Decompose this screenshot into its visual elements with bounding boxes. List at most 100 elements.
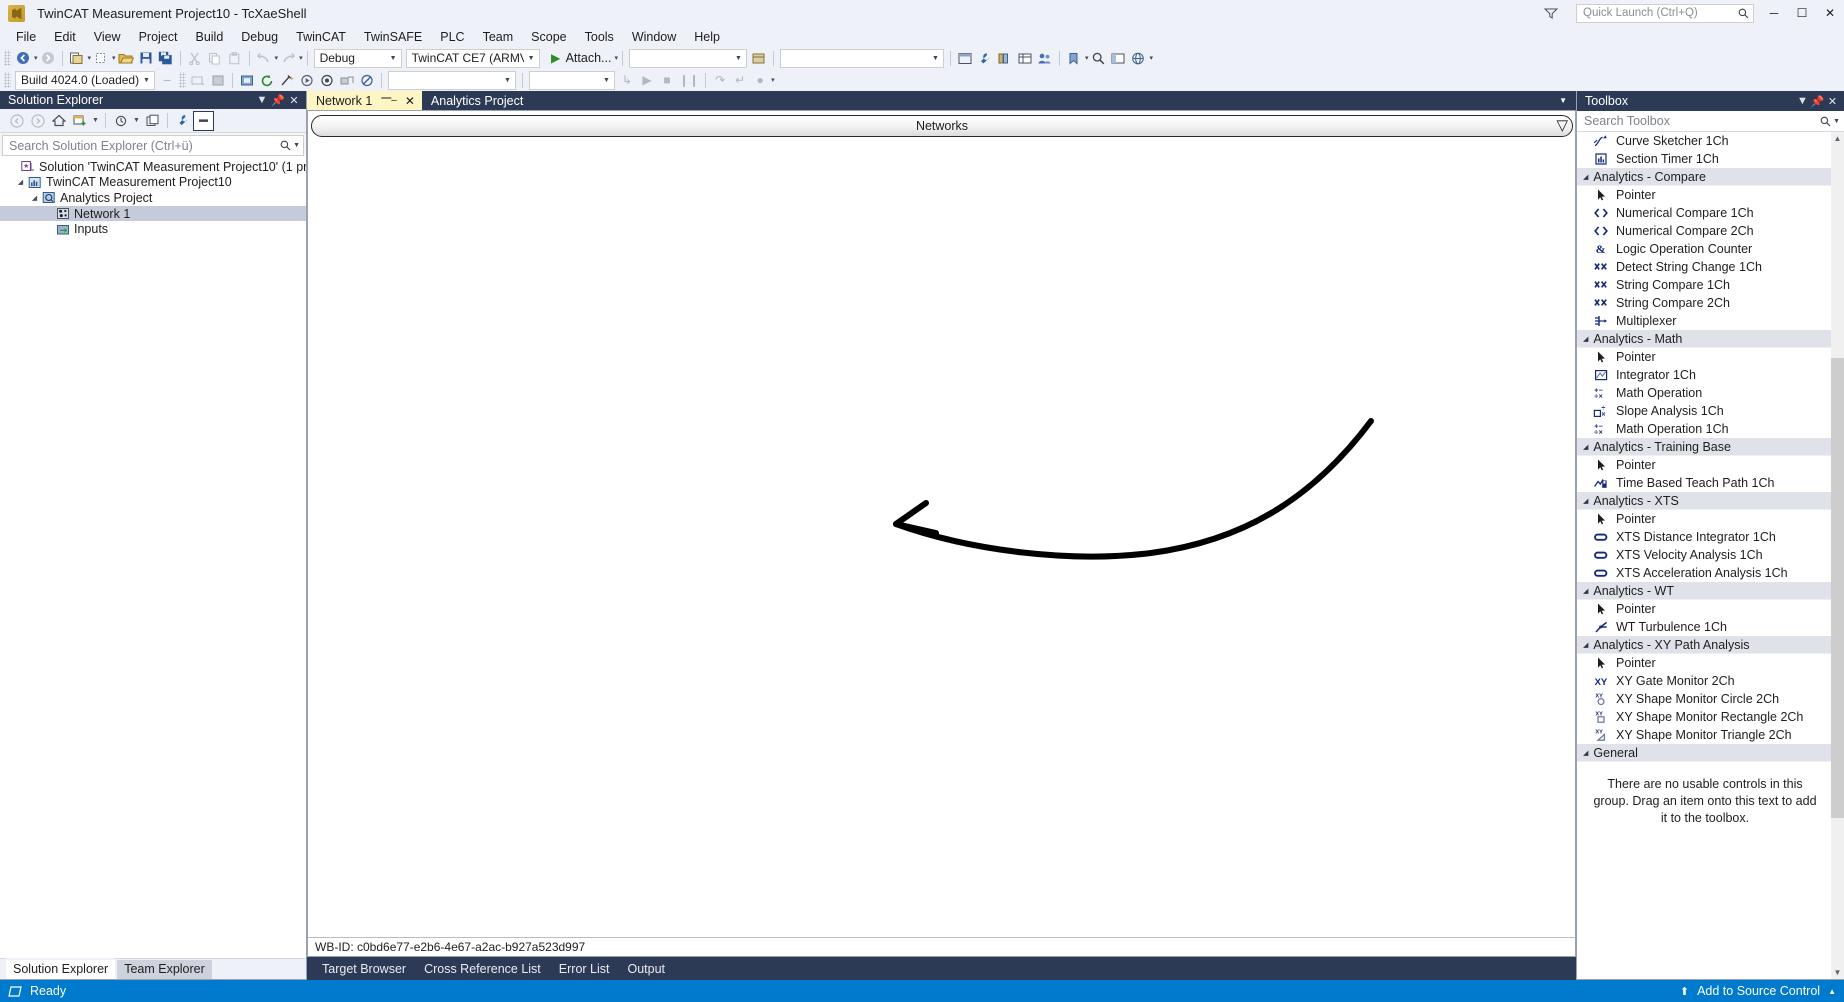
toolbox-item[interactable]: Detect String Change 1Ch bbox=[1577, 258, 1831, 276]
group-expanded-icon[interactable]: ◢ bbox=[1583, 587, 1588, 595]
save-all-button[interactable] bbox=[156, 48, 176, 68]
tree-twisty[interactable]: ◢ bbox=[29, 194, 40, 202]
menu-build[interactable]: Build bbox=[186, 28, 232, 46]
minimize-button[interactable]: ─ bbox=[1760, 0, 1788, 26]
toolbox-group-header[interactable]: ◢Analytics - Training Base bbox=[1577, 438, 1831, 456]
toolbox-item[interactable]: XYXY Shape Monitor Circle 2Ch bbox=[1577, 690, 1831, 708]
toolbox-item[interactable]: XYXY Shape Monitor Rectangle 2Ch bbox=[1577, 708, 1831, 726]
attach-run-icon[interactable]: ▶ bbox=[546, 48, 566, 68]
toolbar-grip[interactable] bbox=[179, 72, 186, 88]
menu-debug[interactable]: Debug bbox=[232, 28, 287, 46]
tab-error-list[interactable]: Error List bbox=[550, 959, 619, 979]
preview-selected-items-button[interactable] bbox=[193, 111, 214, 131]
paste-button[interactable] bbox=[225, 48, 245, 68]
save-button[interactable] bbox=[136, 48, 156, 68]
tree-item-inputs[interactable]: Inputs bbox=[0, 221, 306, 237]
toolbox-item[interactable]: Pointer bbox=[1577, 654, 1831, 672]
solution-explorer-search-input[interactable]: Search Solution Explorer (Ctrl+ü) ▼ bbox=[2, 135, 304, 156]
minus-button[interactable]: − bbox=[157, 70, 177, 90]
chevron-up-icon[interactable]: ▲ bbox=[1828, 987, 1836, 996]
toolbox-item[interactable]: Numerical Compare 2Ch bbox=[1577, 222, 1831, 240]
toolbox-item[interactable]: Integrator 1Ch bbox=[1577, 366, 1831, 384]
activate-configuration-button[interactable] bbox=[188, 70, 208, 90]
toolbar2-combo-2[interactable]: ▼ bbox=[529, 71, 615, 90]
chevron-up-icon[interactable]: ▲ bbox=[1831, 132, 1844, 145]
toolbox-item[interactable]: WT Turbulence 1Ch bbox=[1577, 618, 1831, 636]
pending-changes-button[interactable] bbox=[110, 111, 131, 131]
toolbox-item[interactable]: String Compare 1Ch bbox=[1577, 276, 1831, 294]
wrench-button[interactable] bbox=[975, 48, 995, 68]
redo-dropdown[interactable]: ▾ bbox=[299, 54, 303, 62]
window-layout-button[interactable] bbox=[1108, 48, 1128, 68]
toolbox-item[interactable]: Pointer bbox=[1577, 510, 1831, 528]
group-expanded-icon[interactable]: ◢ bbox=[1583, 749, 1588, 757]
scan-devices-button[interactable] bbox=[277, 70, 297, 90]
menu-project[interactable]: Project bbox=[130, 28, 187, 46]
solution-platform-combo[interactable]: TwinCAT CE7 (ARMV7) ▼ bbox=[406, 49, 540, 68]
new-project-button[interactable] bbox=[67, 48, 87, 68]
add-new-item-button[interactable] bbox=[91, 48, 111, 68]
toolbox-item[interactable]: Multiplexer bbox=[1577, 312, 1831, 330]
build-version-combo[interactable]: Build 4024.0 (Loaded) ▼ bbox=[15, 71, 155, 90]
toolbox-item[interactable]: Section Timer 1Ch bbox=[1577, 150, 1831, 168]
menu-twincat[interactable]: TwinCAT bbox=[287, 28, 355, 46]
menu-twinsafe[interactable]: TwinSAFE bbox=[355, 28, 431, 46]
attach-label[interactable]: Attach... bbox=[566, 51, 614, 65]
network-canvas[interactable] bbox=[311, 140, 1573, 937]
menu-scope[interactable]: Scope bbox=[522, 28, 575, 46]
quick-find-button[interactable] bbox=[749, 48, 769, 68]
tab-cross-reference-list[interactable]: Cross Reference List bbox=[415, 959, 550, 979]
scrollbar-thumb[interactable] bbox=[1831, 358, 1844, 818]
toolbox-item[interactable]: Pointer bbox=[1577, 186, 1831, 204]
step-over-button[interactable]: ↷ bbox=[710, 70, 730, 90]
close-button[interactable]: ✕ bbox=[1816, 0, 1844, 26]
home-button[interactable] bbox=[48, 111, 69, 131]
menu-help[interactable]: Help bbox=[685, 28, 729, 46]
toolbox-item[interactable]: XTS Velocity Analysis 1Ch bbox=[1577, 546, 1831, 564]
toolbar-combo-2[interactable]: ▼ bbox=[780, 49, 944, 68]
toolbox-item[interactable]: ×÷Slope Analysis 1Ch bbox=[1577, 402, 1831, 420]
toolbox-group-header[interactable]: ◢Analytics - WT bbox=[1577, 582, 1831, 600]
forward-button[interactable] bbox=[27, 111, 48, 131]
show-realtime-button[interactable] bbox=[317, 70, 337, 90]
step-out-button[interactable]: ↵ bbox=[730, 70, 750, 90]
library-button[interactable] bbox=[995, 48, 1015, 68]
zoom-search-button[interactable] bbox=[1088, 48, 1108, 68]
menu-window[interactable]: Window bbox=[623, 28, 685, 46]
toolbox-search-input[interactable]: Search Toolbox ▼ bbox=[1577, 111, 1844, 132]
toolbox-item[interactable]: XTS Distance Integrator 1Ch bbox=[1577, 528, 1831, 546]
group-expanded-icon[interactable]: ◢ bbox=[1583, 173, 1588, 181]
toggle-freerun-button[interactable] bbox=[297, 70, 317, 90]
menu-edit[interactable]: Edit bbox=[45, 28, 85, 46]
search-dropdown-icon[interactable]: ▼ bbox=[293, 142, 300, 149]
group-expanded-icon[interactable]: ◢ bbox=[1583, 641, 1588, 649]
tab-solution-explorer[interactable]: Solution Explorer bbox=[6, 958, 115, 979]
toolbox-item[interactable]: Numerical Compare 1Ch bbox=[1577, 204, 1831, 222]
toolbox-item[interactable]: String Compare 2Ch bbox=[1577, 294, 1831, 312]
continue-button[interactable]: ▶ bbox=[637, 70, 657, 90]
chevron-down-icon[interactable]: ▼ bbox=[1831, 966, 1844, 979]
triangle-collapse-icon[interactable]: ▽ bbox=[1556, 118, 1568, 133]
chevron-down-icon[interactable]: ▼ bbox=[1795, 95, 1810, 107]
pin-icon[interactable]: 📌 bbox=[270, 94, 286, 107]
close-icon[interactable]: ✕ bbox=[1825, 95, 1840, 108]
pin-icon[interactable]: 📌 bbox=[1810, 95, 1825, 108]
toolbox-item[interactable]: +−÷×Math Operation bbox=[1577, 384, 1831, 402]
group-expanded-icon[interactable]: ◢ bbox=[1583, 497, 1588, 505]
group-expanded-icon[interactable]: ◢ bbox=[1583, 443, 1588, 451]
copy-button[interactable] bbox=[205, 48, 225, 68]
toolbox-item[interactable]: +−÷×Math Operation 1Ch bbox=[1577, 420, 1831, 438]
toolbox-item[interactable]: XTS Acceleration Analysis 1Ch bbox=[1577, 564, 1831, 582]
toolbox-item[interactable]: Pointer bbox=[1577, 600, 1831, 618]
toolbox-group-header[interactable]: ◢Analytics - XY Path Analysis bbox=[1577, 636, 1831, 654]
stop-button[interactable]: ■ bbox=[657, 70, 677, 90]
group-expanded-icon[interactable]: ◢ bbox=[1583, 335, 1588, 343]
menu-team[interactable]: Team bbox=[474, 28, 523, 46]
toolbox-item[interactable]: &Logic Operation Counter bbox=[1577, 240, 1831, 258]
back-button[interactable] bbox=[6, 111, 27, 131]
toolbox-item[interactable]: Time Based Teach Path 1Ch bbox=[1577, 474, 1831, 492]
close-icon[interactable]: ✕ bbox=[286, 94, 302, 107]
toolbox-group-header[interactable]: ◢Analytics - Math bbox=[1577, 330, 1831, 348]
tree-item-measurement-project[interactable]: ◢ TwinCAT Measurement Project10 bbox=[0, 175, 306, 191]
online-change-button[interactable] bbox=[337, 70, 357, 90]
